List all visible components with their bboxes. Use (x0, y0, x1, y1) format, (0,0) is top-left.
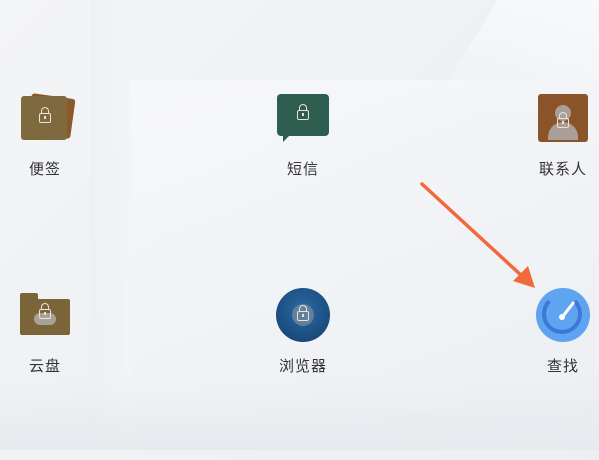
memo-icon (17, 90, 76, 146)
app-memo[interactable]: 便签 (0, 90, 90, 200)
background-stripe (90, 0, 130, 450)
lock-icon (297, 305, 309, 321)
find-device-icon (535, 287, 591, 343)
app-label: 联系人 (538, 160, 587, 178)
lock-icon (557, 112, 569, 128)
lock-icon (297, 104, 309, 120)
arrow-head (513, 266, 535, 288)
contacts-icon (535, 90, 591, 146)
app-browser[interactable]: 浏览器 (258, 287, 348, 397)
lock-icon (39, 107, 51, 123)
browser-icon (275, 287, 331, 343)
app-label: 短信 (286, 160, 319, 178)
lock-icon (39, 303, 51, 319)
arrow-shaft (420, 182, 524, 278)
app-label: 云盘 (28, 357, 61, 375)
app-label: 便签 (28, 160, 61, 178)
cloud-folder-icon (17, 287, 73, 343)
app-label: 浏览器 (278, 357, 327, 375)
app-find[interactable]: 查找 (518, 287, 599, 397)
app-sms[interactable]: 短信 (258, 90, 348, 200)
app-contacts[interactable]: 联系人 (518, 90, 599, 200)
app-label: 查找 (546, 357, 579, 375)
app-cloud[interactable]: 云盘 (0, 287, 90, 397)
sms-icon (275, 90, 331, 146)
